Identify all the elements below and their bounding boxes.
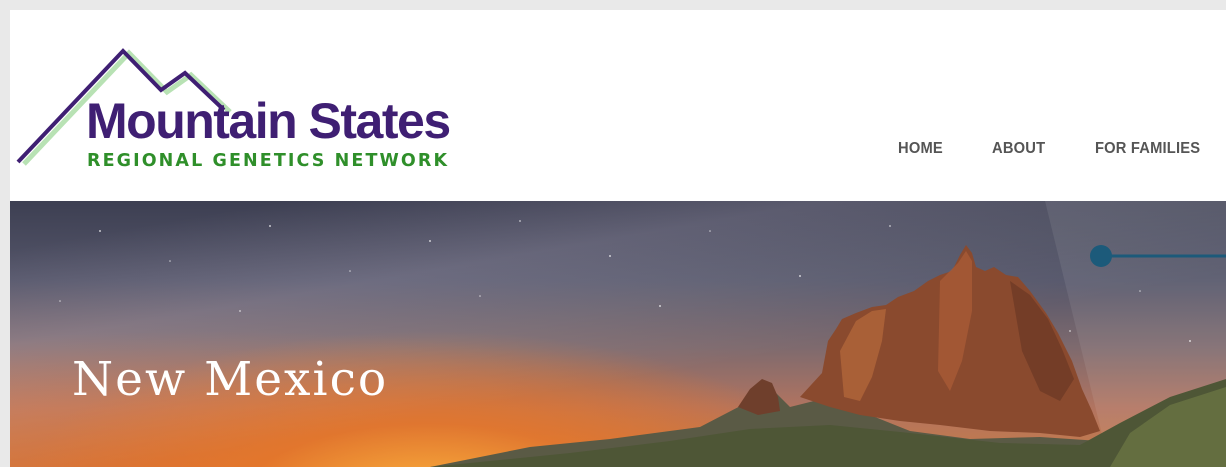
- main-nav: HOME ABOUT FOR FAMILIES: [898, 140, 1226, 158]
- page: Mountain States REGIONAL GENETICS NETWOR…: [10, 10, 1226, 467]
- site-logo[interactable]: Mountain States REGIONAL GENETICS NETWOR…: [10, 36, 490, 186]
- landscape-illustration: [59, 201, 1226, 467]
- logo-subtitle: REGIONAL GENETICS NETWORK: [87, 151, 450, 171]
- nav-item-for-families[interactable]: FOR FAMILIES: [1095, 140, 1200, 158]
- site-header: Mountain States REGIONAL GENETICS NETWOR…: [10, 10, 1226, 201]
- hero-title: New Mexico: [72, 352, 389, 407]
- nav-item-about[interactable]: ABOUT: [992, 140, 1045, 158]
- nav-item-home[interactable]: HOME: [898, 140, 943, 158]
- slider-dot-icon[interactable]: [1090, 245, 1112, 267]
- logo-title: Mountain States: [86, 93, 451, 149]
- hero-banner: New Mexico: [10, 201, 1226, 467]
